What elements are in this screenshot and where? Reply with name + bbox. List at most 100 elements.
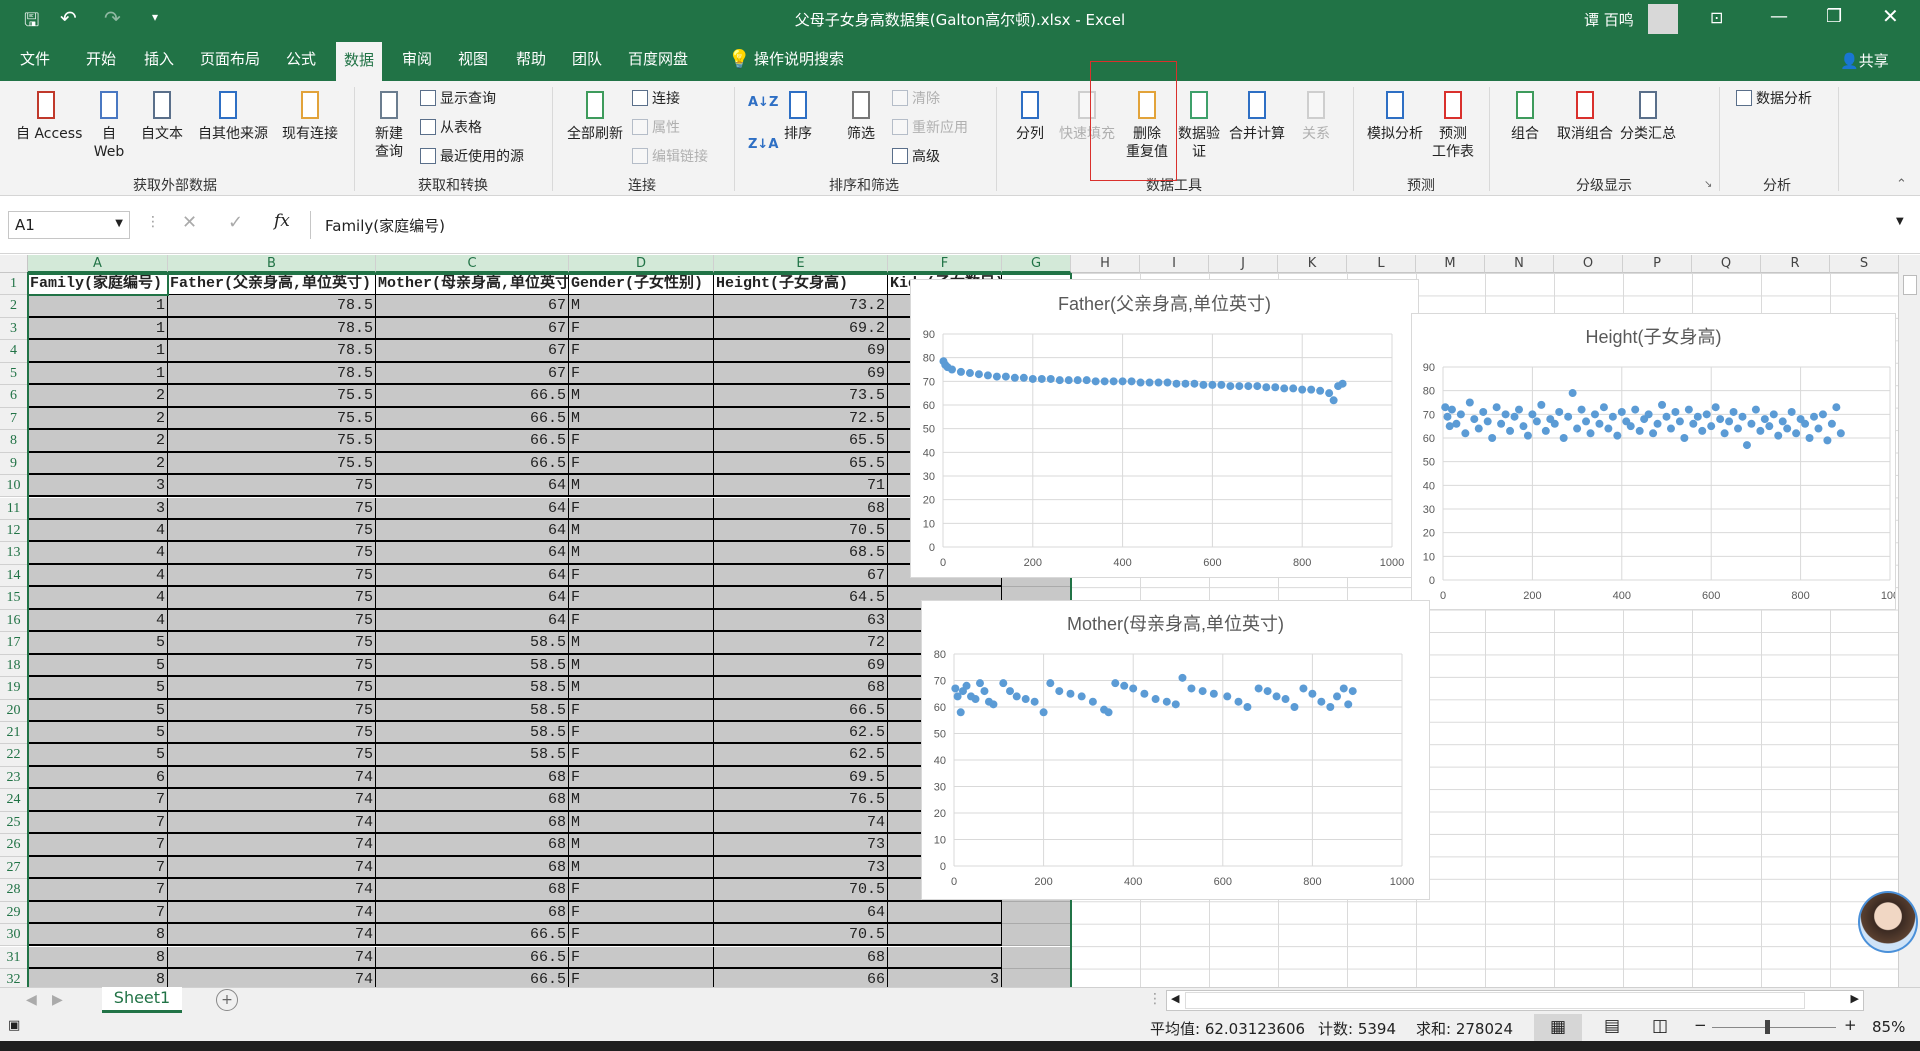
- table-cell[interactable]: 7: [28, 834, 168, 857]
- table-cell[interactable]: 73: [714, 834, 888, 857]
- table-cell[interactable]: 64.5: [714, 587, 888, 610]
- table-cell[interactable]: 75: [168, 677, 376, 700]
- table-cell[interactable]: M: [569, 789, 714, 812]
- table-cell[interactable]: M: [569, 632, 714, 655]
- father-chart[interactable]: Father(父亲身高,单位英寸) 0 10 20 30 40 50 60 70 80 90 0 200…: [910, 279, 1419, 578]
- scroll-left-icon[interactable]: ◀: [1171, 992, 1179, 1005]
- table-cell[interactable]: [1002, 946, 1071, 969]
- table-cell[interactable]: 2: [28, 385, 168, 408]
- table-cell[interactable]: 66.5: [376, 430, 569, 453]
- table-cell[interactable]: 74: [168, 834, 376, 857]
- scroll-thumb-horizontal[interactable]: [1185, 992, 1805, 1009]
- header-cell[interactable]: Mother(母亲身高,单位英寸): [376, 273, 569, 296]
- table-cell[interactable]: F: [569, 452, 714, 476]
- ribbon-button-19[interactable]: 分类汇总: [1618, 89, 1678, 143]
- table-cell[interactable]: [888, 924, 1002, 947]
- table-cell[interactable]: [1002, 901, 1071, 925]
- row-header[interactable]: 19: [0, 677, 28, 700]
- table-cell[interactable]: 67: [376, 295, 569, 318]
- table-cell[interactable]: 75: [168, 632, 376, 655]
- close-icon[interactable]: ✕: [1882, 4, 1899, 28]
- row-header[interactable]: 3: [0, 317, 28, 341]
- table-cell[interactable]: 73.2: [714, 295, 888, 318]
- table-cell[interactable]: M: [569, 475, 714, 498]
- table-cell[interactable]: 58.5: [376, 654, 569, 678]
- table-cell[interactable]: 66.5: [714, 699, 888, 722]
- table-cell[interactable]: M: [569, 834, 714, 857]
- row-header[interactable]: 6: [0, 385, 28, 408]
- row-header[interactable]: 16: [0, 609, 28, 633]
- chevron-down-icon[interactable]: ▼: [115, 218, 123, 229]
- table-cell[interactable]: 70.5: [714, 924, 888, 947]
- row-header[interactable]: 31: [0, 946, 28, 969]
- table-cell[interactable]: 68: [714, 677, 888, 700]
- ribbon-button-12[interactable]: 数据验 证: [1169, 89, 1229, 161]
- table-cell[interactable]: 7: [28, 856, 168, 880]
- table-cell[interactable]: F: [569, 362, 714, 386]
- table-cell[interactable]: 78.5: [168, 340, 376, 363]
- row-header[interactable]: 28: [0, 879, 28, 902]
- table-cell[interactable]: 66.5: [376, 968, 569, 987]
- table-cell[interactable]: 1: [28, 295, 168, 318]
- row-header[interactable]: 1: [0, 273, 28, 296]
- table-cell[interactable]: [888, 901, 1002, 925]
- table-cell[interactable]: 4: [28, 542, 168, 565]
- table-cell[interactable]: 66.5: [376, 946, 569, 969]
- table-cell[interactable]: 5: [28, 744, 168, 767]
- table-cell[interactable]: M: [569, 856, 714, 880]
- zoom-level[interactable]: 85%: [1872, 1018, 1905, 1036]
- tab-1[interactable]: 开始: [86, 48, 116, 69]
- table-cell[interactable]: 75: [168, 475, 376, 498]
- row-header[interactable]: 5: [0, 362, 28, 386]
- row-header[interactable]: 2: [0, 295, 28, 318]
- ribbon-small-button-7[interactable]: 重新应用: [892, 117, 968, 137]
- column-header-J[interactable]: J: [1209, 255, 1278, 273]
- table-cell[interactable]: 75: [168, 587, 376, 610]
- tab-3[interactable]: 页面布局: [200, 48, 260, 69]
- share-button[interactable]: 👤共享: [1840, 50, 1889, 71]
- table-cell[interactable]: 3: [28, 475, 168, 498]
- ribbon-small-button-6[interactable]: 清除: [892, 88, 940, 108]
- table-cell[interactable]: 4: [28, 587, 168, 610]
- table-cell[interactable]: 75: [168, 564, 376, 588]
- table-cell[interactable]: F: [569, 564, 714, 588]
- table-cell[interactable]: 6: [28, 766, 168, 790]
- table-cell[interactable]: [1002, 968, 1071, 987]
- next-sheet-icon[interactable]: ▶: [52, 992, 63, 1008]
- column-header-L[interactable]: L: [1347, 255, 1416, 273]
- table-cell[interactable]: 67: [376, 362, 569, 386]
- table-cell[interactable]: 74: [168, 901, 376, 925]
- table-cell[interactable]: 75: [168, 744, 376, 767]
- ribbon-button-17[interactable]: 组合: [1495, 89, 1555, 143]
- sheet-tab-sheet1[interactable]: Sheet1: [102, 987, 182, 1013]
- zoom-slider[interactable]: [1712, 1020, 1836, 1034]
- table-cell[interactable]: 68: [714, 946, 888, 969]
- horizontal-scrollbar[interactable]: ◀ ▶: [1166, 990, 1864, 1011]
- table-cell[interactable]: F: [569, 497, 714, 520]
- table-cell[interactable]: 68: [376, 811, 569, 835]
- table-cell[interactable]: 1: [28, 340, 168, 363]
- row-header[interactable]: 20: [0, 699, 28, 722]
- table-cell[interactable]: 5: [28, 654, 168, 678]
- user-name[interactable]: 谭 百鸣: [1584, 9, 1634, 30]
- table-cell[interactable]: 70.5: [714, 519, 888, 543]
- table-cell[interactable]: M: [569, 295, 714, 318]
- sort-z-a-icon[interactable]: Z↓A: [748, 137, 778, 152]
- scroll-right-icon[interactable]: ▶: [1851, 992, 1859, 1005]
- ribbon-button-0[interactable]: 自 Access: [16, 89, 82, 143]
- table-cell[interactable]: 63: [714, 609, 888, 633]
- table-cell[interactable]: 76.5: [714, 789, 888, 812]
- row-header[interactable]: 14: [0, 564, 28, 588]
- table-cell[interactable]: 69.5: [714, 766, 888, 790]
- tab-8[interactable]: 帮助: [516, 48, 546, 69]
- table-cell[interactable]: M: [569, 677, 714, 700]
- column-header-I[interactable]: I: [1140, 255, 1209, 273]
- table-cell[interactable]: 68: [376, 879, 569, 902]
- avatar[interactable]: [1648, 4, 1678, 34]
- table-cell[interactable]: 75: [168, 542, 376, 565]
- table-cell[interactable]: 68.5: [714, 542, 888, 565]
- table-cell[interactable]: 73: [714, 856, 888, 880]
- column-header-D[interactable]: D: [569, 255, 714, 273]
- row-header[interactable]: 32: [0, 968, 28, 987]
- table-cell[interactable]: 68: [714, 497, 888, 520]
